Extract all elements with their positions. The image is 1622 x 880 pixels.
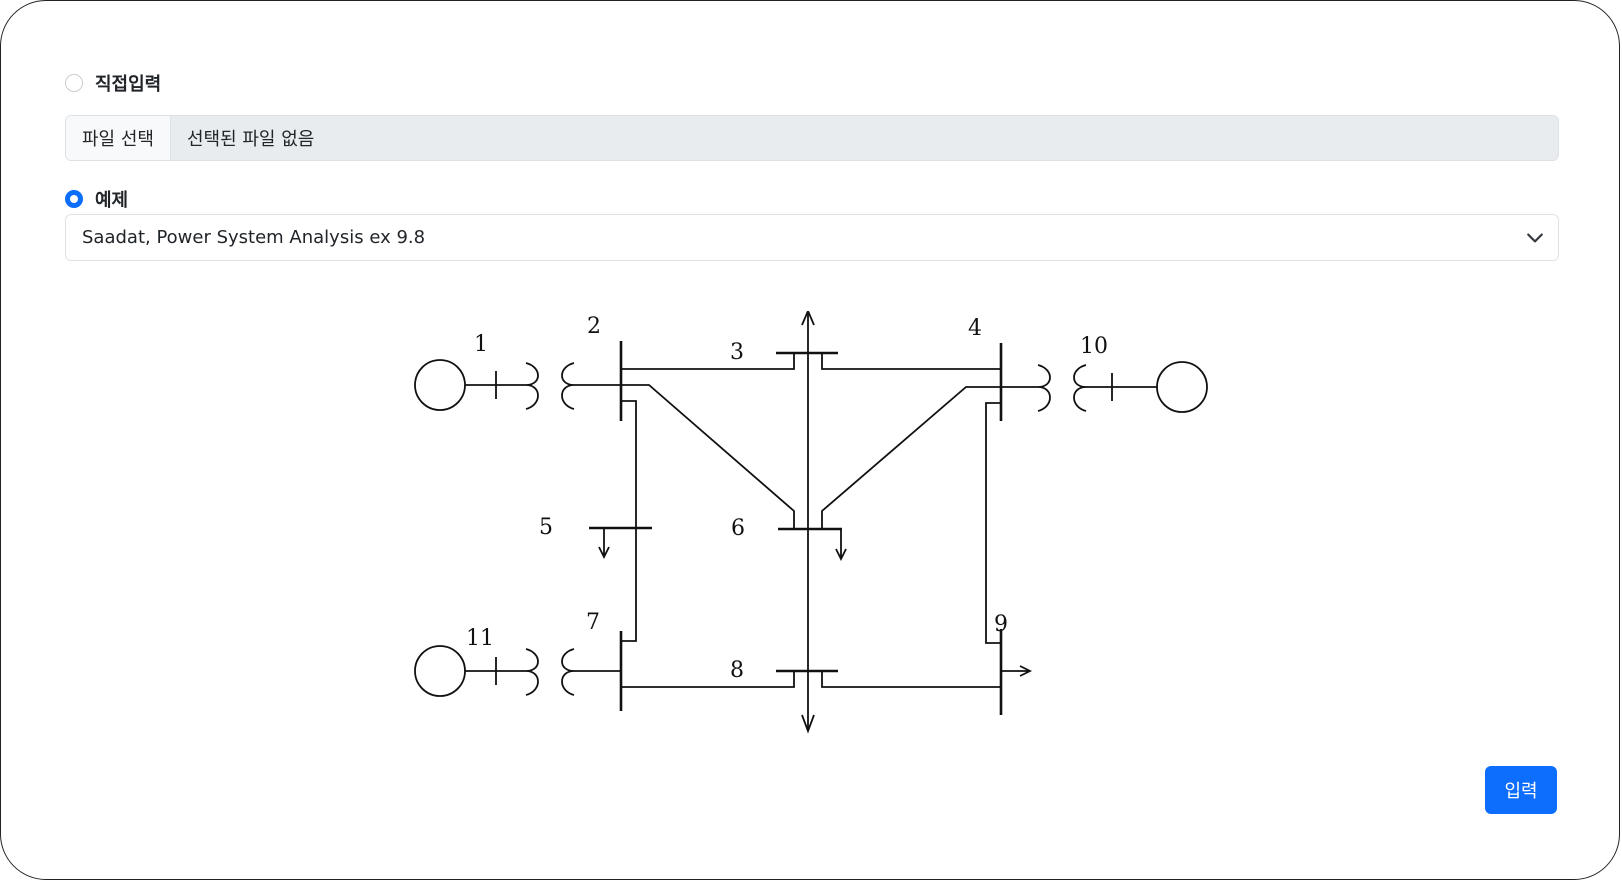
- example-select-value: Saadat, Power System Analysis ex 9.8: [82, 227, 426, 248]
- bus-label: 11: [466, 626, 494, 651]
- submit-button[interactable]: 입력: [1485, 766, 1557, 814]
- bus-label: 2: [587, 314, 601, 339]
- bus-label: 5: [539, 515, 553, 540]
- one-line-diagram: 1 2 3 4 5 6 7 8 9 10 11: [414, 311, 1208, 734]
- direct-input-label: 직접입력: [95, 74, 162, 95]
- generator-1-icon: [414, 359, 466, 411]
- generator-10-icon: [1156, 361, 1208, 413]
- example-label: 예제: [95, 190, 129, 211]
- example-option[interactable]: 예제: [65, 186, 128, 212]
- bus-label: 8: [730, 658, 744, 683]
- generator-11-icon: [414, 645, 466, 697]
- direct-input-option[interactable]: 직접입력: [65, 70, 161, 96]
- choose-file-button[interactable]: 파일 선택: [66, 116, 171, 160]
- bus-label: 9: [994, 612, 1008, 637]
- bus-label: 10: [1080, 334, 1108, 359]
- bus-label: 1: [474, 332, 488, 357]
- direct-input-radio[interactable]: [65, 74, 83, 92]
- window-frame: 직접입력 파일 선택 선택된 파일 없음 예제 Saadat, Power Sy…: [0, 0, 1620, 880]
- file-input[interactable]: 파일 선택 선택된 파일 없음: [65, 115, 1559, 161]
- bus-label: 4: [968, 316, 982, 341]
- example-radio[interactable]: [65, 190, 83, 208]
- bus-label: 6: [731, 516, 745, 541]
- file-status-text: 선택된 파일 없음: [186, 129, 315, 150]
- chevron-down-icon: [1527, 233, 1543, 243]
- bus-label: 3: [730, 340, 744, 365]
- bus-label: 7: [586, 610, 600, 635]
- example-select[interactable]: Saadat, Power System Analysis ex 9.8: [65, 214, 1559, 261]
